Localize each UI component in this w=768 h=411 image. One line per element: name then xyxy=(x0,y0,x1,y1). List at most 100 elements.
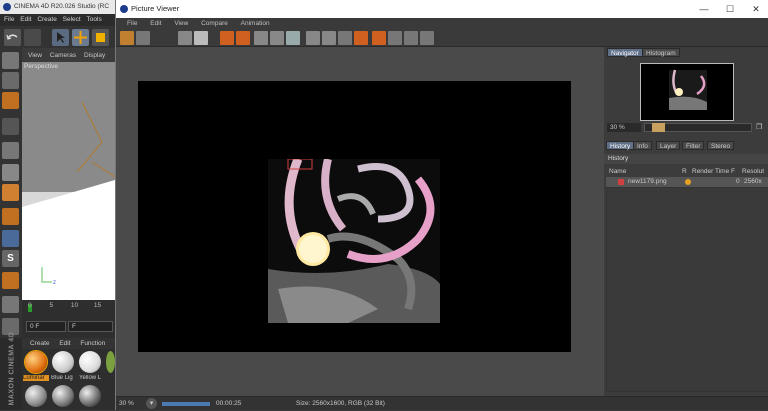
material-menu-create[interactable]: Create xyxy=(30,340,50,347)
c4d-menubar: File Edit Create Select Tools xyxy=(0,14,115,26)
tick-5: 5 xyxy=(49,302,54,309)
pv-menu-view[interactable]: View xyxy=(174,20,188,27)
b-icon[interactable] xyxy=(372,31,386,45)
col-resolution[interactable]: Resolut xyxy=(742,167,764,176)
status-progress-fill xyxy=(162,402,210,406)
fullscreen-icon[interactable] xyxy=(322,31,336,45)
model-icon[interactable] xyxy=(2,184,19,201)
material-blue-light[interactable] xyxy=(52,351,74,373)
select-tool-icon[interactable] xyxy=(52,29,69,46)
material-partial[interactable] xyxy=(106,351,115,373)
swap-icon[interactable] xyxy=(236,31,250,45)
col-r[interactable]: R xyxy=(682,167,687,176)
tab-layer[interactable]: Layer xyxy=(656,141,681,150)
maxon-logo: MAXON CINEMA 4D xyxy=(8,331,16,406)
grid-icon[interactable] xyxy=(2,296,19,313)
c4d-menu-create[interactable]: Create xyxy=(37,16,57,23)
split-icon[interactable] xyxy=(404,31,418,45)
image-color-icon xyxy=(618,179,624,185)
pv-menu-compare[interactable]: Compare xyxy=(201,20,228,27)
history-list[interactable] xyxy=(606,187,768,392)
col-frame[interactable]: F xyxy=(731,167,735,176)
pv-menubar: File Edit View Compare Animation xyxy=(116,18,768,29)
material-6[interactable] xyxy=(79,385,101,407)
status-render-time: 00:00:25 xyxy=(216,400,242,407)
open-icon[interactable] xyxy=(120,31,134,45)
c4d-menu-tools[interactable]: Tools xyxy=(87,16,102,23)
save-icon[interactable] xyxy=(136,31,150,45)
viewport-menu-view[interactable]: View xyxy=(28,52,42,59)
material-luminar[interactable] xyxy=(24,350,48,374)
col-name[interactable]: Name xyxy=(609,167,626,176)
zoom-slider-handle[interactable] xyxy=(652,123,665,132)
tab-history[interactable]: History xyxy=(606,141,635,150)
frame-field-end[interactable]: F xyxy=(68,321,113,332)
c4d-menu-edit[interactable]: Edit xyxy=(20,16,31,23)
status-zoom[interactable]: 30 % xyxy=(119,397,134,411)
viewport-menu-cameras[interactable]: Cameras xyxy=(50,52,76,59)
frame-field[interactable]: 0 F xyxy=(26,321,66,332)
col-render-time[interactable]: Render Time xyxy=(692,167,729,176)
redo-icon[interactable] xyxy=(24,29,41,46)
tab-stereo[interactable]: Stereo xyxy=(707,141,735,150)
move-tool-icon[interactable] xyxy=(72,29,89,46)
tick-10: 10 xyxy=(70,302,79,309)
channel-icon[interactable] xyxy=(270,31,284,45)
texture-icon[interactable] xyxy=(2,92,19,109)
pv-canvas-area[interactable] xyxy=(116,47,604,396)
workplane-icon[interactable] xyxy=(2,208,19,225)
render-region-icon[interactable] xyxy=(178,31,192,45)
c4d-title-text: CINEMA 4D R20.026 Studio (RC xyxy=(14,3,110,10)
zoom-field[interactable]: 30 % xyxy=(607,123,641,132)
tab-filter[interactable]: Filter xyxy=(682,141,705,150)
polygon-icon[interactable] xyxy=(2,72,19,89)
undo-icon[interactable] xyxy=(4,29,21,46)
pv-menu-animation[interactable]: Animation xyxy=(241,20,270,27)
ab-icon[interactable] xyxy=(338,31,352,45)
close-button[interactable]: ✕ xyxy=(743,0,768,18)
history-section-title: History xyxy=(604,154,768,164)
material-menu-function[interactable]: Function xyxy=(80,340,105,347)
c4d-menu-select[interactable]: Select xyxy=(63,16,81,23)
polygons-icon[interactable] xyxy=(2,164,19,181)
viewport-menu-display[interactable]: Display xyxy=(84,52,105,59)
material-5[interactable] xyxy=(52,385,74,407)
c4d-menu-file[interactable]: File xyxy=(4,16,14,23)
stop-render-icon[interactable] xyxy=(194,31,208,45)
status-zoom-dropdown-icon[interactable]: ▾ xyxy=(146,398,157,409)
render-image[interactable] xyxy=(268,159,440,323)
tab-info[interactable]: Info xyxy=(633,141,652,150)
scale-tool-icon[interactable] xyxy=(92,29,109,46)
cube-icon[interactable] xyxy=(2,52,19,69)
pv-menu-edit[interactable]: Edit xyxy=(150,20,161,27)
pv-title-bar: Picture Viewer — ☐ ✕ xyxy=(116,0,768,18)
ab-compare-icon[interactable] xyxy=(220,31,234,45)
tab-histogram[interactable]: Histogram xyxy=(642,48,680,57)
snap-icon[interactable]: S xyxy=(2,250,19,267)
material-yellow-light[interactable] xyxy=(79,351,101,373)
pv-menu-file[interactable]: File xyxy=(127,20,137,27)
history-row[interactable]: new1179.png 0 2560x xyxy=(606,177,768,187)
material-4[interactable] xyxy=(25,385,47,407)
status-image-info: Size: 2560x1600, RGB (32 Bit) xyxy=(296,400,385,407)
maximize-button[interactable]: ☐ xyxy=(717,0,743,18)
render-frame xyxy=(138,81,571,352)
magnet-icon[interactable] xyxy=(2,230,19,247)
mirror-icon[interactable] xyxy=(420,31,434,45)
material-menu-edit[interactable]: Edit xyxy=(59,340,70,347)
lock-icon[interactable] xyxy=(2,272,19,289)
grid-icon[interactable] xyxy=(388,31,402,45)
layer-icon[interactable] xyxy=(254,31,268,45)
minimize-button[interactable]: — xyxy=(691,0,717,18)
points-icon[interactable] xyxy=(2,118,19,135)
edges-icon[interactable] xyxy=(2,142,19,159)
a-icon[interactable] xyxy=(354,31,368,45)
timeline-ticks: 0 5 10 15 xyxy=(26,302,101,309)
zoom-reset-icon[interactable]: ❐ xyxy=(756,123,765,132)
tab-navigator[interactable]: Navigator xyxy=(607,48,643,57)
compare-icon[interactable] xyxy=(306,31,320,45)
view-icon[interactable] xyxy=(286,31,300,45)
history-columns: Name R Render Time F Resolut xyxy=(604,167,768,176)
c4d-viewport[interactable]: Perspective z xyxy=(22,62,115,300)
navigator-thumbnail[interactable] xyxy=(640,63,734,121)
